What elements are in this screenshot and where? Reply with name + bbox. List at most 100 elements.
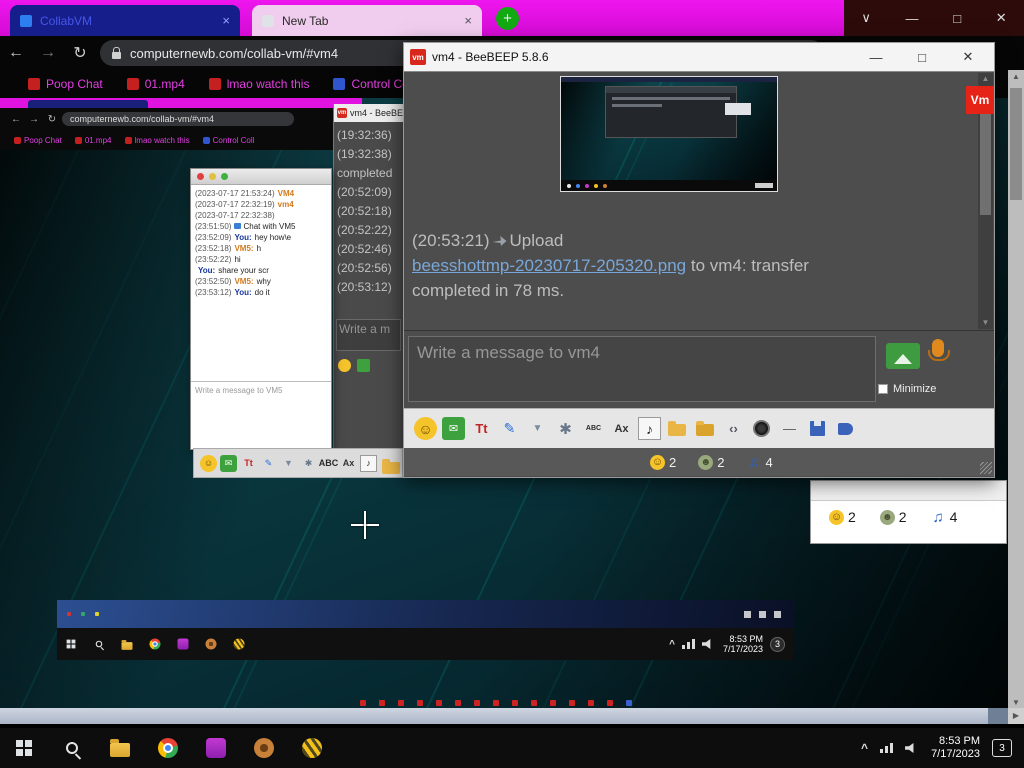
- beebeep-window-background[interactable]: vm vm4 - BeeBEE (19:32:36) (19:32:38) comp…: [333, 104, 403, 478]
- settings-icon[interactable]: ✱: [300, 455, 317, 472]
- page-horizontal-scrollbar[interactable]: ▶: [0, 708, 1024, 724]
- cookie-app-button[interactable]: [197, 628, 225, 660]
- emoticon-icon[interactable]: ☺: [414, 417, 437, 440]
- scrollbar-thumb[interactable]: [1010, 88, 1022, 200]
- folder-add-icon[interactable]: [666, 417, 689, 440]
- window-title-bar[interactable]: vm vm4 - BeeBEEP 5.8.6 — □ ✕: [404, 43, 994, 71]
- file-explorer-button[interactable]: [113, 628, 141, 660]
- beebeep-button[interactable]: [225, 628, 253, 660]
- cookie-app-button[interactable]: [240, 728, 288, 768]
- scroll-up-icon[interactable]: ▲: [1008, 70, 1024, 84]
- notification-badge[interactable]: 3: [992, 739, 1012, 757]
- message-input[interactable]: Write a message to vm4: [408, 336, 876, 402]
- beebeep-window[interactable]: vm vm4 - BeeBEEP 5.8.6 — □ ✕ (20:53:21) …: [403, 42, 995, 478]
- voice-message-button[interactable]: [928, 339, 950, 361]
- emoticon-icon[interactable]: ☺: [200, 454, 217, 472]
- save-chat-icon[interactable]: [806, 417, 829, 440]
- window-title-bar[interactable]: vm vm4 - BeeBEE: [334, 104, 403, 122]
- close-icon[interactable]: [197, 173, 204, 180]
- minimize-checkbox[interactable]: [878, 384, 888, 394]
- tab-new-tab[interactable]: New Tab ×: [252, 5, 482, 36]
- window-title-bar[interactable]: [191, 169, 331, 185]
- browser-menu-icon[interactable]: ∨: [861, 10, 871, 26]
- send-picture-button[interactable]: [886, 343, 920, 369]
- spellcheck-icon[interactable]: ABC: [582, 417, 605, 440]
- app-button[interactable]: [192, 728, 240, 768]
- send-file-icon[interactable]: [357, 359, 370, 372]
- vm5-chat-window[interactable]: (2023-07-17 21:53:24) VM4 (2023-07-17 22:…: [190, 168, 332, 450]
- app-button[interactable]: [169, 628, 197, 660]
- back-icon[interactable]: ←: [0, 44, 32, 62]
- send-file-icon[interactable]: ✉: [442, 417, 465, 440]
- message-input[interactable]: Write a m: [336, 319, 401, 351]
- bookmark[interactable]: lmao watch this: [208, 77, 309, 91]
- clear-format-icon[interactable]: Ax: [610, 417, 633, 440]
- folder-send-icon[interactable]: [694, 417, 717, 440]
- tray-expand-icon[interactable]: ^: [669, 639, 675, 650]
- font-color-icon[interactable]: ✎: [260, 455, 277, 472]
- code-icon[interactable]: ‹›: [722, 417, 745, 440]
- unread-chats-count[interactable]: 4: [746, 455, 772, 470]
- close-button[interactable]: ✕: [996, 10, 1007, 26]
- start-button[interactable]: [57, 628, 85, 660]
- folder-add-icon[interactable]: [380, 455, 400, 474]
- close-button[interactable]: ✕: [948, 49, 988, 65]
- tab-close-icon[interactable]: ×: [464, 13, 472, 28]
- font-icon[interactable]: Tt: [240, 455, 257, 472]
- maximize-icon[interactable]: [221, 173, 228, 180]
- sound-icon[interactable]: ♪: [360, 454, 377, 472]
- scroll-up-icon[interactable]: ▲: [978, 73, 993, 85]
- maximize-button[interactable]: □: [902, 50, 942, 65]
- beebeep-button[interactable]: [288, 728, 336, 768]
- maximize-button[interactable]: □: [953, 11, 961, 26]
- filter-icon[interactable]: ▼: [526, 417, 549, 440]
- volume-icon[interactable]: [701, 638, 711, 650]
- chrome-button[interactable]: [144, 728, 192, 768]
- beebeep-counters-window[interactable]: 2 2 4: [810, 480, 1007, 544]
- file-link[interactable]: beesshottmp-20230717-205320.png: [412, 256, 686, 275]
- scrollbar-thumb[interactable]: [0, 708, 988, 724]
- tray-expand-icon[interactable]: ^: [861, 741, 868, 755]
- forward-icon[interactable]: →: [32, 44, 64, 62]
- clear-format-icon[interactable]: Ax: [340, 455, 357, 472]
- message-input[interactable]: Write a message to VM5: [191, 381, 331, 419]
- minimize-button[interactable]: —: [856, 50, 896, 65]
- screenshot-icon[interactable]: [750, 417, 773, 440]
- font-icon[interactable]: Tt: [470, 417, 493, 440]
- volume-icon[interactable]: [905, 742, 914, 754]
- font-color-icon[interactable]: ✎: [498, 417, 521, 440]
- tab-close-icon[interactable]: ×: [222, 13, 230, 28]
- horizontal-rule-icon[interactable]: —: [778, 417, 801, 440]
- bookmark[interactable]: 01.mp4: [126, 77, 185, 91]
- emoticon-icon[interactable]: [338, 359, 351, 372]
- bookmark[interactable]: Poop Chat: [28, 77, 103, 91]
- minimize-button[interactable]: —: [906, 11, 919, 26]
- network-icon[interactable]: [880, 743, 894, 753]
- clock[interactable]: 8:53 PM 7/17/2023: [723, 634, 763, 654]
- send-file-icon[interactable]: ✉: [220, 454, 237, 472]
- uploaded-screenshot-thumbnail[interactable]: [560, 76, 778, 192]
- clock[interactable]: 8:53 PM 7/17/2023: [931, 735, 980, 761]
- search-button[interactable]: [85, 628, 113, 660]
- file-explorer-button[interactable]: [96, 728, 144, 768]
- page-vertical-scrollbar[interactable]: ▲ ▼: [1008, 70, 1024, 710]
- chrome-button[interactable]: [141, 628, 169, 660]
- plugin-icon[interactable]: [834, 417, 857, 440]
- resize-grip[interactable]: [980, 462, 992, 474]
- notification-badge[interactable]: 3: [770, 636, 785, 652]
- minimize-icon[interactable]: [209, 173, 216, 180]
- network-icon[interactable]: [681, 639, 695, 649]
- sound-icon[interactable]: ♪: [638, 417, 661, 440]
- start-button[interactable]: [0, 728, 48, 768]
- connected-users-count[interactable]: 2: [698, 454, 724, 470]
- tab-collabvm[interactable]: CollabVM ×: [10, 5, 240, 36]
- search-button[interactable]: [48, 728, 96, 768]
- filter-icon[interactable]: ▼: [280, 455, 297, 472]
- online-users-count[interactable]: 2: [650, 454, 676, 470]
- scroll-down-icon[interactable]: ▼: [978, 317, 993, 329]
- scroll-right-icon[interactable]: ▶: [1008, 708, 1024, 724]
- reload-icon[interactable]: ↻: [64, 43, 96, 63]
- spellcheck-icon[interactable]: ABC: [319, 455, 339, 472]
- new-tab-button[interactable]: +: [496, 7, 519, 30]
- settings-icon[interactable]: ✱: [554, 417, 577, 440]
